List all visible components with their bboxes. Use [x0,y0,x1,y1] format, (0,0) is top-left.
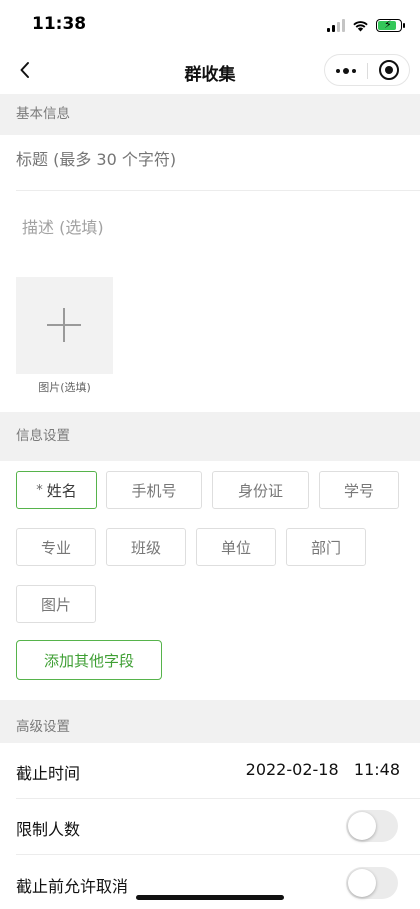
field-chip-label: 身份证 [237,481,283,500]
field-chip-student-id[interactable]: 学号 [319,471,399,509]
limit-count-toggle[interactable] [346,810,398,842]
wifi-icon [353,20,368,31]
allow-cancel-label: 截止前允许取消 [16,877,129,896]
field-chip-label: 专业 [40,538,71,557]
status-time: 11:38 [32,14,87,34]
field-chip-label: 单位 [220,538,251,557]
field-chip-label: 学号 [343,481,374,500]
status-bar: 11:38 ⚡ [0,0,420,48]
battery-charging-icon: ⚡ [376,18,405,32]
field-chip-label: 姓名 [46,481,77,500]
toggle-knob [348,869,376,897]
home-indicator [136,895,284,900]
section-header-basic-info: 基本信息 [0,94,420,135]
allow-cancel-toggle[interactable] [346,867,398,899]
field-chip-id-card[interactable]: 身份证 [212,471,309,509]
field-chip-phone[interactable]: 手机号 [106,471,202,509]
image-upload-label: 图片(选填) [38,381,91,394]
image-upload-button[interactable] [16,277,113,374]
description-input[interactable]: 描述 (选填) [22,214,402,238]
divider [16,190,420,191]
title-input[interactable] [16,150,396,169]
field-chip-label: 手机号 [131,481,177,500]
capsule-divider [367,63,368,79]
field-chip-name[interactable]: * 姓名 [16,471,97,509]
deadline-label: 截止时间 [16,764,81,783]
more-dots-icon[interactable] [336,64,358,78]
nav-bar: 群收集 [0,48,420,94]
field-chip-organization[interactable]: 单位 [196,528,276,566]
section-header-info-settings: 信息设置 [0,412,420,461]
field-chip-image[interactable]: 图片 [16,585,96,623]
limit-count-label: 限制人数 [16,820,81,839]
field-chip-class[interactable]: 班级 [106,528,186,566]
status-icons: ⚡ [327,16,405,34]
target-icon[interactable] [379,60,399,80]
capsule-menu [324,54,410,86]
toggle-knob [348,812,376,840]
signal-icon [327,18,345,32]
divider [16,798,420,799]
field-chip-label: 图片 [40,595,71,614]
deadline-value[interactable]: 2022-02-18 11:48 [246,760,400,779]
divider [16,854,420,855]
section-header-advanced: 高级设置 [0,700,420,743]
field-chip-major[interactable]: 专业 [16,528,96,566]
field-chip-department[interactable]: 部门 [286,528,366,566]
field-chip-label: 部门 [310,538,341,557]
add-field-button[interactable]: 添加其他字段 [16,640,162,680]
field-chip-label: 班级 [130,538,161,557]
required-marker: * [36,482,43,498]
